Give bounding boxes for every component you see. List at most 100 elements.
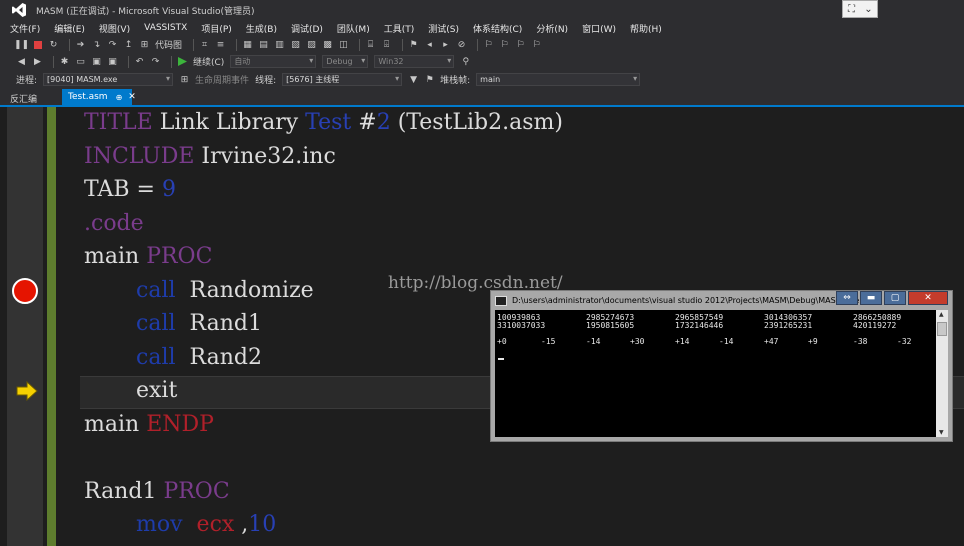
modules-icon[interactable]: ◫ (338, 39, 349, 50)
bookmark-flag-icon[interactable]: ⚐ (483, 39, 494, 50)
console-value: -32 (897, 337, 912, 346)
menu-view[interactable]: 视图(V) (99, 22, 130, 35)
lifecycle-events-icon[interactable]: ⊞ (179, 74, 190, 85)
watch-icon[interactable]: ▤ (258, 39, 269, 50)
menu-help[interactable]: 帮助(H) (630, 22, 662, 35)
menu-build[interactable]: 生成(B) (246, 22, 277, 35)
new-project-icon[interactable]: ✱ (59, 56, 70, 67)
bookmark-flag-4-icon[interactable]: ⚐ (531, 39, 542, 50)
close-icon[interactable]: ✕ (908, 291, 948, 305)
window-controls: ⛶ ⌄ (842, 0, 878, 18)
code-line-9: exit (136, 378, 178, 403)
step-over-icon[interactable]: ↷ (107, 39, 118, 50)
platform-dropdown[interactable]: Win32 (374, 55, 455, 68)
locals-icon[interactable]: ▦ (242, 39, 253, 50)
toolbar-separator (236, 38, 238, 51)
bookmark-icon[interactable]: ⚑ (408, 39, 419, 50)
console-window[interactable]: D:\users\administrator\documents\visual … (490, 290, 953, 442)
stop-icon[interactable] (32, 39, 43, 50)
console-value: +30 (630, 337, 645, 346)
uncomment-icon[interactable]: ⌹ (381, 39, 392, 50)
code-map-icon[interactable]: ⊞ (139, 39, 150, 50)
thread-dropdown[interactable]: [5676] 主线程 (282, 73, 403, 86)
disassembly-icon[interactable]: ▩ (322, 39, 333, 50)
console-value: +14 (675, 337, 690, 346)
continue-icon[interactable] (177, 56, 188, 67)
save-icon[interactable]: ▣ (91, 56, 102, 67)
scroll-up-icon[interactable]: ▲ (939, 311, 944, 318)
threads-icon[interactable]: ≡ (215, 39, 226, 50)
console-value: -38 (853, 337, 868, 346)
process-dropdown[interactable]: [9040] MASM.exe (43, 73, 174, 86)
menu-team[interactable]: 团队(M) (337, 22, 370, 35)
bookmark-flag-2-icon[interactable]: ⚐ (499, 39, 510, 50)
execution-pointer-icon (16, 380, 38, 402)
tab-disassembly[interactable]: 反汇编 (10, 92, 37, 105)
minimize-icon[interactable]: ▬ (860, 291, 882, 305)
auto-dropdown[interactable]: 自动 (230, 55, 317, 68)
window-title: MASM (正在调试) - Microsoft Visual Studio(管理… (36, 6, 255, 17)
document-tabs: 反汇编 Test.asm ⊕ ✕ (0, 89, 964, 107)
menu-vassistx[interactable]: VASSISTX (144, 23, 187, 33)
scroll-down-icon[interactable]: ▼ (939, 429, 944, 436)
redo-icon[interactable]: ↷ (150, 56, 161, 67)
comment-icon[interactable]: ⌸ (365, 39, 376, 50)
chevron-down-icon[interactable]: ⌄ (860, 1, 877, 17)
pin-icon[interactable]: ⊕ (116, 93, 123, 102)
previous-bookmark-icon[interactable]: ◂ (424, 39, 435, 50)
registers-icon[interactable]: ▨ (306, 39, 317, 50)
restart-icon[interactable]: ↻ (48, 39, 59, 50)
menu-file[interactable]: 文件(F) (10, 22, 40, 35)
undo-icon[interactable]: ↶ (134, 56, 145, 67)
toggle-thread-flag-icon[interactable]: ▼ (408, 74, 419, 85)
memory-icon[interactable]: ▧ (290, 39, 301, 50)
code-map-button[interactable]: 代码图 (155, 38, 182, 51)
scroll-thumb[interactable] (937, 322, 947, 336)
visual-studio-logo-icon (10, 1, 28, 19)
clear-bookmarks-icon[interactable]: ⊘ (456, 39, 467, 50)
menu-debug[interactable]: 调试(D) (291, 22, 323, 35)
next-bookmark-icon[interactable]: ▸ (440, 39, 451, 50)
menu-window[interactable]: 窗口(W) (582, 22, 616, 35)
toolbar-separator (477, 38, 479, 51)
tab-label: Test.asm (68, 92, 108, 102)
lifecycle-events-label[interactable]: 生命周期事件 (195, 73, 249, 86)
maximize-icon[interactable]: ▢ (884, 291, 906, 305)
open-file-icon[interactable]: ▭ (75, 56, 86, 67)
console-cursor (498, 358, 504, 360)
menu-edit[interactable]: 编辑(E) (54, 22, 85, 35)
flag-icon[interactable]: ⚑ (424, 74, 435, 85)
menu-project[interactable]: 项目(P) (201, 22, 231, 35)
tab-test-asm[interactable]: Test.asm ⊕ ✕ (62, 89, 136, 105)
show-next-statement-icon[interactable]: ➔ (75, 39, 86, 50)
continue-button[interactable]: 继续(C) (193, 55, 224, 68)
navigate-back-icon[interactable]: ◀ (16, 56, 27, 67)
console-scrollbar[interactable]: ▲ ▼ (936, 310, 948, 437)
title-bar: MASM (正在调试) - Microsoft Visual Studio(管理… (0, 0, 964, 20)
toolbar-separator (402, 38, 404, 51)
save-all-icon[interactable]: ▣ (107, 56, 118, 67)
call-stack-icon[interactable]: ▥ (274, 39, 285, 50)
close-icon[interactable]: ✕ (128, 92, 136, 102)
code-line-8: call Rand2 (136, 345, 262, 370)
bookmark-flag-3-icon[interactable]: ⚐ (515, 39, 526, 50)
stack-frame-dropdown[interactable]: main (476, 73, 641, 86)
breakpoint-icon[interactable] (12, 278, 38, 304)
restore-icon[interactable]: ⛶ (843, 1, 860, 17)
navigate-forward-icon[interactable]: ▶ (32, 56, 43, 67)
menu-analyze[interactable]: 分析(N) (536, 22, 568, 35)
find-icon[interactable]: ⚲ (460, 56, 471, 67)
menu-architecture[interactable]: 体系结构(C) (473, 22, 522, 35)
step-out-icon[interactable]: ↥ (123, 39, 134, 50)
toolbar-separator (193, 38, 195, 51)
change-tracking-bar (47, 107, 56, 546)
indicator-margin[interactable] (7, 107, 43, 546)
configuration-dropdown[interactable]: Debug (322, 55, 369, 68)
hex-icon[interactable]: ⌗ (199, 39, 210, 50)
menu-test[interactable]: 测试(S) (428, 22, 459, 35)
console-output[interactable]: 100939863 2985274673 2965857549 30143063… (495, 310, 937, 437)
pause-icon[interactable]: ❚❚ (14, 39, 29, 50)
resize-icon[interactable]: ⇔ (836, 291, 858, 305)
menu-tools[interactable]: 工具(T) (384, 22, 415, 35)
step-into-icon[interactable]: ↴ (91, 39, 102, 50)
